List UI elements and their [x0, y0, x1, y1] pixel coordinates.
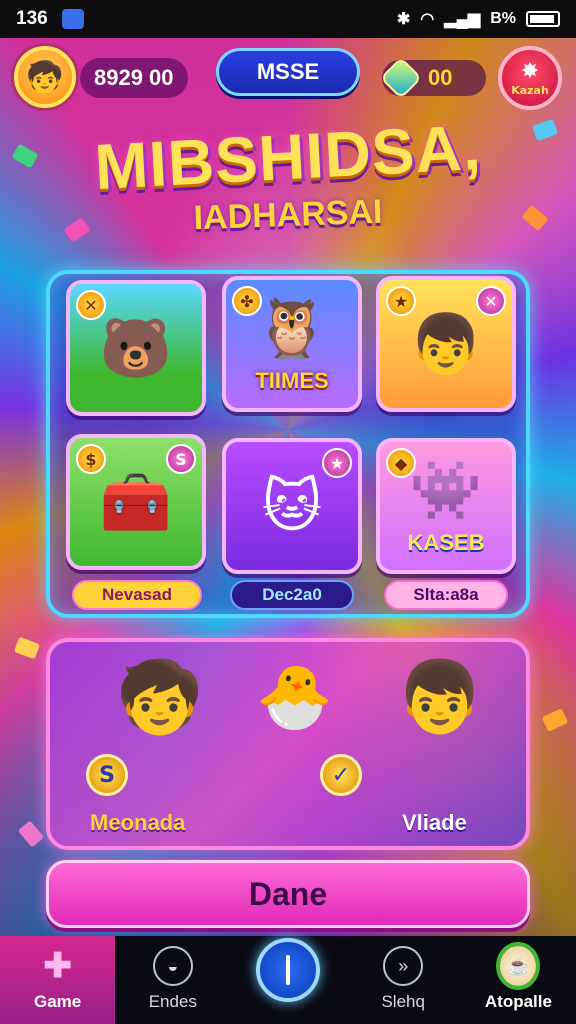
store-label: Kazah [511, 83, 549, 97]
nav-tab-endes[interactable]: ◒ Endes [115, 936, 230, 1024]
wifi-icon: ◠ [420, 11, 435, 28]
blob-creature-icon: 👾 [409, 456, 483, 524]
player-avatar[interactable]: 🧒 [14, 46, 76, 108]
primary-action-button[interactable]: Dane [46, 860, 530, 928]
tile-blob[interactable]: ◆ 👾 KASEB [376, 438, 516, 574]
avatar-face-icon: 🧒 [26, 59, 64, 95]
tile-label-dec2a0: Dec2a0 [230, 580, 354, 610]
game-grid-panel: ✕ 🐻 ✤ 🦉 TIIMES ★ ✕ 👦 $ S 🧰 ★ 🐱 ◆ 👾 KASEB… [46, 270, 530, 618]
puzzle-icon: ✚ [43, 947, 72, 985]
featured-card[interactable]: 🧒 🐣 👦 S ✓ Meonada Vliade [46, 638, 530, 850]
yellow-hat-creature-icon: 🐣 [256, 660, 334, 733]
boy-red-cap-icon: 👦 [396, 656, 484, 738]
nav-label: Atopalle [484, 992, 552, 1011]
bear-icon: 🐻 [99, 314, 173, 382]
nav-tab-game[interactable]: ✚ Game [0, 936, 116, 1024]
status-bar: 136 ✱ ◠ ▂▄▆ В% [0, 0, 576, 38]
tile-label-nevasad: Nevasad [72, 580, 202, 610]
bluetooth-icon: ✱ [396, 11, 411, 28]
battery-text: В% [490, 10, 516, 27]
boy-blue-cap-icon: 🧒 [116, 656, 204, 738]
tile-cat[interactable]: ★ 🐱 [222, 438, 362, 574]
gem-icon [379, 56, 423, 100]
nav-label: Game [33, 992, 82, 1011]
tile-text: KASEB [407, 530, 485, 555]
play-button[interactable] [256, 938, 320, 1002]
nav-tab-atopalle[interactable]: ☕ Atopalle [461, 936, 576, 1024]
top-hud: 🧒 8929 00 MSSE 00 ✸ Kazah [0, 38, 576, 114]
battery-icon [526, 11, 560, 27]
search-icon: ◒ [152, 946, 193, 986]
gem-value: 00 [428, 65, 453, 90]
nav-label: Endes [148, 992, 197, 1011]
boy-icon: 👦 [409, 310, 483, 378]
splat-icon: ✸ [520, 58, 540, 84]
owl-icon: 🦉 [255, 294, 329, 362]
status-indicators: ✱ ◠ ▂▄▆ В% [397, 9, 560, 29]
cat-icon: 🐱 [261, 472, 323, 540]
status-time: 136 [16, 8, 48, 29]
check-coin-icon: ✓ [320, 754, 362, 796]
tile-boy[interactable]: ★ ✕ 👦 [376, 276, 516, 412]
nav-label: Slehq [381, 992, 425, 1011]
feature-label-left: Meonada [90, 810, 186, 835]
tile-label-slta: Slta:a8a [384, 580, 508, 610]
notification-icon [61, 9, 84, 29]
tile-chest[interactable]: $ S 🧰 [66, 434, 206, 570]
feature-label-right: Vliade [402, 810, 467, 835]
gem-counter[interactable]: 00 [379, 56, 486, 100]
cup-icon: ☕ [500, 946, 537, 986]
tile-owl[interactable]: ✤ 🦉 TIIMES [222, 276, 362, 412]
tile-text: TIIMES [255, 368, 329, 393]
coin-counter: 8929 00 [80, 58, 188, 98]
nav-tab-slehq[interactable]: » Slehq [346, 936, 461, 1024]
store-button[interactable]: ✸ Kazah [498, 46, 562, 110]
play-icon [286, 955, 290, 985]
forward-icon: » [383, 946, 424, 986]
tile-bear[interactable]: ✕ 🐻 [66, 280, 206, 416]
mode-button[interactable]: MSSE [216, 48, 360, 96]
s-coin-icon: S [86, 754, 128, 796]
treasure-chest-icon: 🧰 [99, 468, 173, 536]
signal-icon: ▂▄▆ [444, 11, 481, 28]
